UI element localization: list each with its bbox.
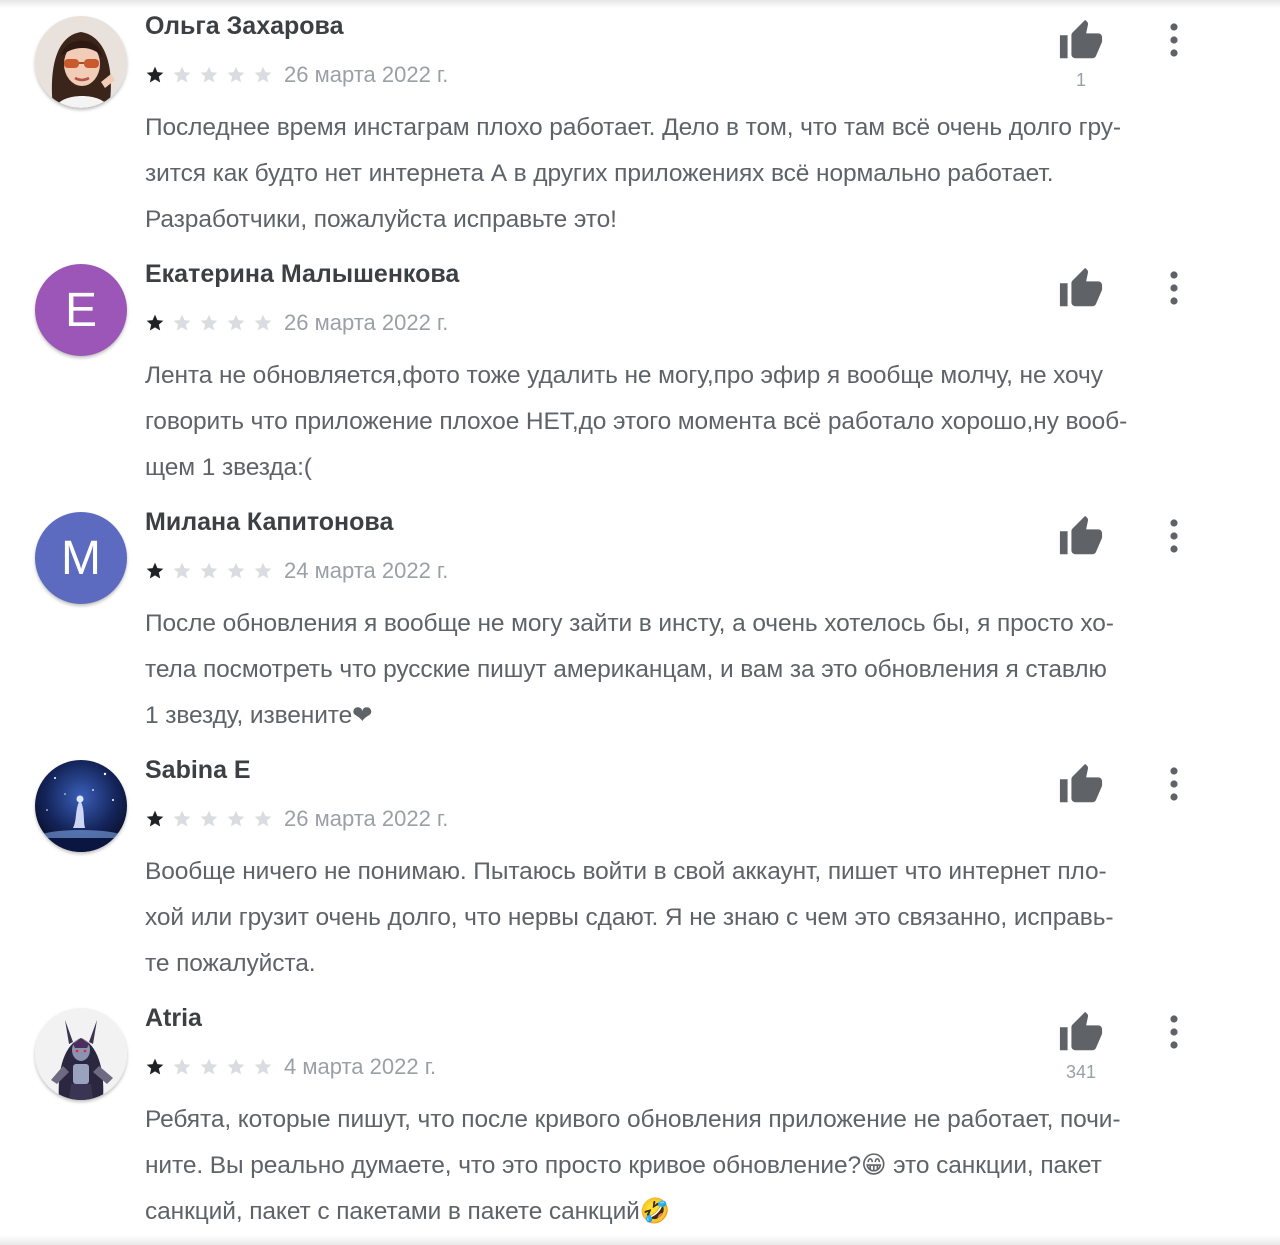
star-filled-icon xyxy=(146,562,164,579)
star-empty-icon xyxy=(254,1058,272,1075)
review-card: Sabina E 26 марта 2022 г. Вообще ничего … xyxy=(0,744,1280,992)
star-empty-icon xyxy=(254,562,272,579)
review-author: Екатерина Малышенкова xyxy=(145,260,460,288)
avatar[interactable] xyxy=(35,1008,127,1100)
review-text: Последнее время инстаграм плохо работает… xyxy=(145,105,1230,243)
star-filled-icon xyxy=(146,1058,164,1075)
thumb-up-icon[interactable] xyxy=(1058,266,1104,312)
review-text-line: зится как будто нет интернета А в других… xyxy=(145,160,1054,187)
review-text: После обновления я вообще не могу зайти … xyxy=(145,601,1230,739)
more-vert-icon[interactable] xyxy=(1160,20,1188,60)
star-empty-icon xyxy=(173,1058,191,1075)
star-filled-icon xyxy=(146,810,164,827)
avatar-letter: E xyxy=(64,283,97,337)
avatar-photo-character xyxy=(35,1008,127,1100)
like-count: 1 xyxy=(1075,70,1086,90)
star-rating xyxy=(145,313,280,333)
star-empty-icon xyxy=(200,1058,218,1075)
review-date: 4 марта 2022 г. xyxy=(284,1054,437,1079)
review-meta: 26 марта 2022 г. xyxy=(145,804,448,834)
review-text-line: тела посмотреть что русские пишут америк… xyxy=(145,656,1107,683)
like-count: 341 xyxy=(1065,1062,1097,1082)
star-empty-icon xyxy=(200,314,218,331)
review-text: Лента не обновляется,фото тоже удалить н… xyxy=(145,353,1230,491)
star-empty-icon xyxy=(227,1058,245,1075)
review-author: Ольга Захарова xyxy=(145,12,344,40)
review-text-line: хой или грузит очень долго, что нервы сд… xyxy=(145,904,1114,931)
review-text-line: те пожалуйста. xyxy=(145,950,316,977)
avatar-photo-night-sky xyxy=(35,760,127,852)
review-date: 26 марта 2022 г. xyxy=(284,310,449,335)
star-empty-icon xyxy=(200,810,218,827)
review-text-line: 1 звезду, извените❤ xyxy=(145,702,373,729)
star-empty-icon xyxy=(227,562,245,579)
review-date: 26 марта 2022 г. xyxy=(284,806,449,831)
review-meta: 26 марта 2022 г. xyxy=(145,308,448,338)
thumb-up-icon[interactable] xyxy=(1058,514,1104,560)
review-text-line: Вообще ничего не понимаю. Пытаюсь войти … xyxy=(145,858,1107,885)
review-date: 26 марта 2022 г. xyxy=(284,62,449,87)
review-card: E Екатерина Малышенкова 26 марта 2022 г.… xyxy=(0,248,1280,496)
review-text-line: Ребята, которые пишут, что после кривого… xyxy=(145,1106,1121,1133)
review-text-line: щем 1 звезда:( xyxy=(145,454,312,481)
star-empty-icon xyxy=(227,314,245,331)
review-card: Ольга Захарова 26 марта 2022 г. 1 Послед… xyxy=(0,0,1280,248)
bottom-edge-shadow xyxy=(0,1235,1280,1245)
review-meta: 24 марта 2022 г. xyxy=(145,556,448,586)
review-text-line: После обновления я вообще не могу зайти … xyxy=(145,610,1114,637)
review-text-line: санкций, пакет с пакетами в пакете санкц… xyxy=(145,1198,671,1225)
avatar-letter: M xyxy=(61,531,101,585)
star-filled-icon xyxy=(146,314,164,331)
review-author: Милана Капитонова xyxy=(145,508,394,536)
more-vert-icon[interactable] xyxy=(1160,1012,1188,1052)
review-card: M Милана Капитонова 24 марта 2022 г. Пос… xyxy=(0,496,1280,744)
star-rating xyxy=(145,561,280,581)
star-empty-icon xyxy=(200,66,218,83)
avatar[interactable] xyxy=(35,760,127,852)
star-rating xyxy=(145,809,280,829)
thumb-up-icon[interactable] xyxy=(1058,1010,1104,1056)
thumb-up-icon[interactable] xyxy=(1058,762,1104,808)
star-empty-icon xyxy=(173,562,191,579)
avatar[interactable]: E xyxy=(35,264,127,356)
review-text-line: Последнее время инстаграм плохо работает… xyxy=(145,114,1121,141)
more-vert-icon[interactable] xyxy=(1160,764,1188,804)
review-text-line: Разработчики, пожалуйста исправьте это! xyxy=(145,206,617,233)
star-rating xyxy=(145,65,280,85)
star-empty-icon xyxy=(173,66,191,83)
star-empty-icon xyxy=(254,66,272,83)
more-vert-icon[interactable] xyxy=(1160,516,1188,556)
avatar[interactable]: M xyxy=(35,512,127,604)
star-rating xyxy=(145,1057,280,1077)
review-card: Atria 4 марта 2022 г. 341 Ребята, которы… xyxy=(0,992,1280,1240)
star-empty-icon xyxy=(173,314,191,331)
review-meta: 26 марта 2022 г. xyxy=(145,60,448,90)
review-text: Ребята, которые пишут, что после кривого… xyxy=(145,1097,1230,1235)
review-text-line: говорить что приложение плохое НЕТ,до эт… xyxy=(145,408,1128,435)
review-author: Sabina E xyxy=(145,756,251,784)
review-date: 24 марта 2022 г. xyxy=(284,558,449,583)
review-author: Atria xyxy=(145,1004,202,1032)
avatar-photo-woman xyxy=(35,16,127,108)
review-text-line: Лента не обновляется,фото тоже удалить н… xyxy=(145,362,1103,389)
review-text: Вообще ничего не понимаю. Пытаюсь войти … xyxy=(145,849,1230,987)
review-text-line: ните. Вы реально думаете, что это просто… xyxy=(145,1152,1102,1179)
star-empty-icon xyxy=(227,810,245,827)
star-empty-icon xyxy=(254,810,272,827)
more-vert-icon[interactable] xyxy=(1160,268,1188,308)
thumb-up-icon[interactable] xyxy=(1058,18,1104,64)
star-empty-icon xyxy=(173,810,191,827)
review-meta: 4 марта 2022 г. xyxy=(145,1052,436,1082)
star-empty-icon xyxy=(200,562,218,579)
star-filled-icon xyxy=(146,66,164,83)
star-empty-icon xyxy=(254,314,272,331)
star-empty-icon xyxy=(227,66,245,83)
avatar[interactable] xyxy=(35,16,127,108)
